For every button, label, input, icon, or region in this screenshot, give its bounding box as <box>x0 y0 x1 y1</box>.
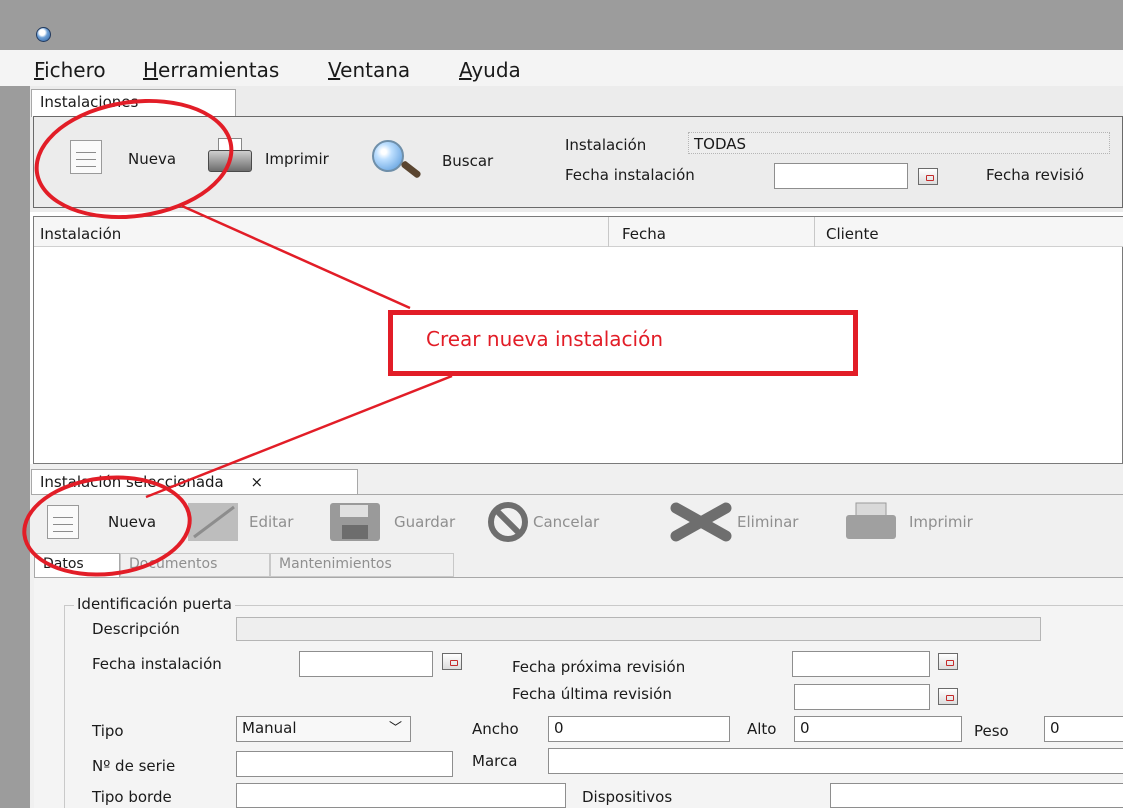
connector-line-bottom <box>145 374 453 499</box>
connector-line-top <box>181 204 411 310</box>
annotation-callout-text: Crear nueva instalación <box>418 326 802 354</box>
annotation-connectors <box>145 204 453 499</box>
